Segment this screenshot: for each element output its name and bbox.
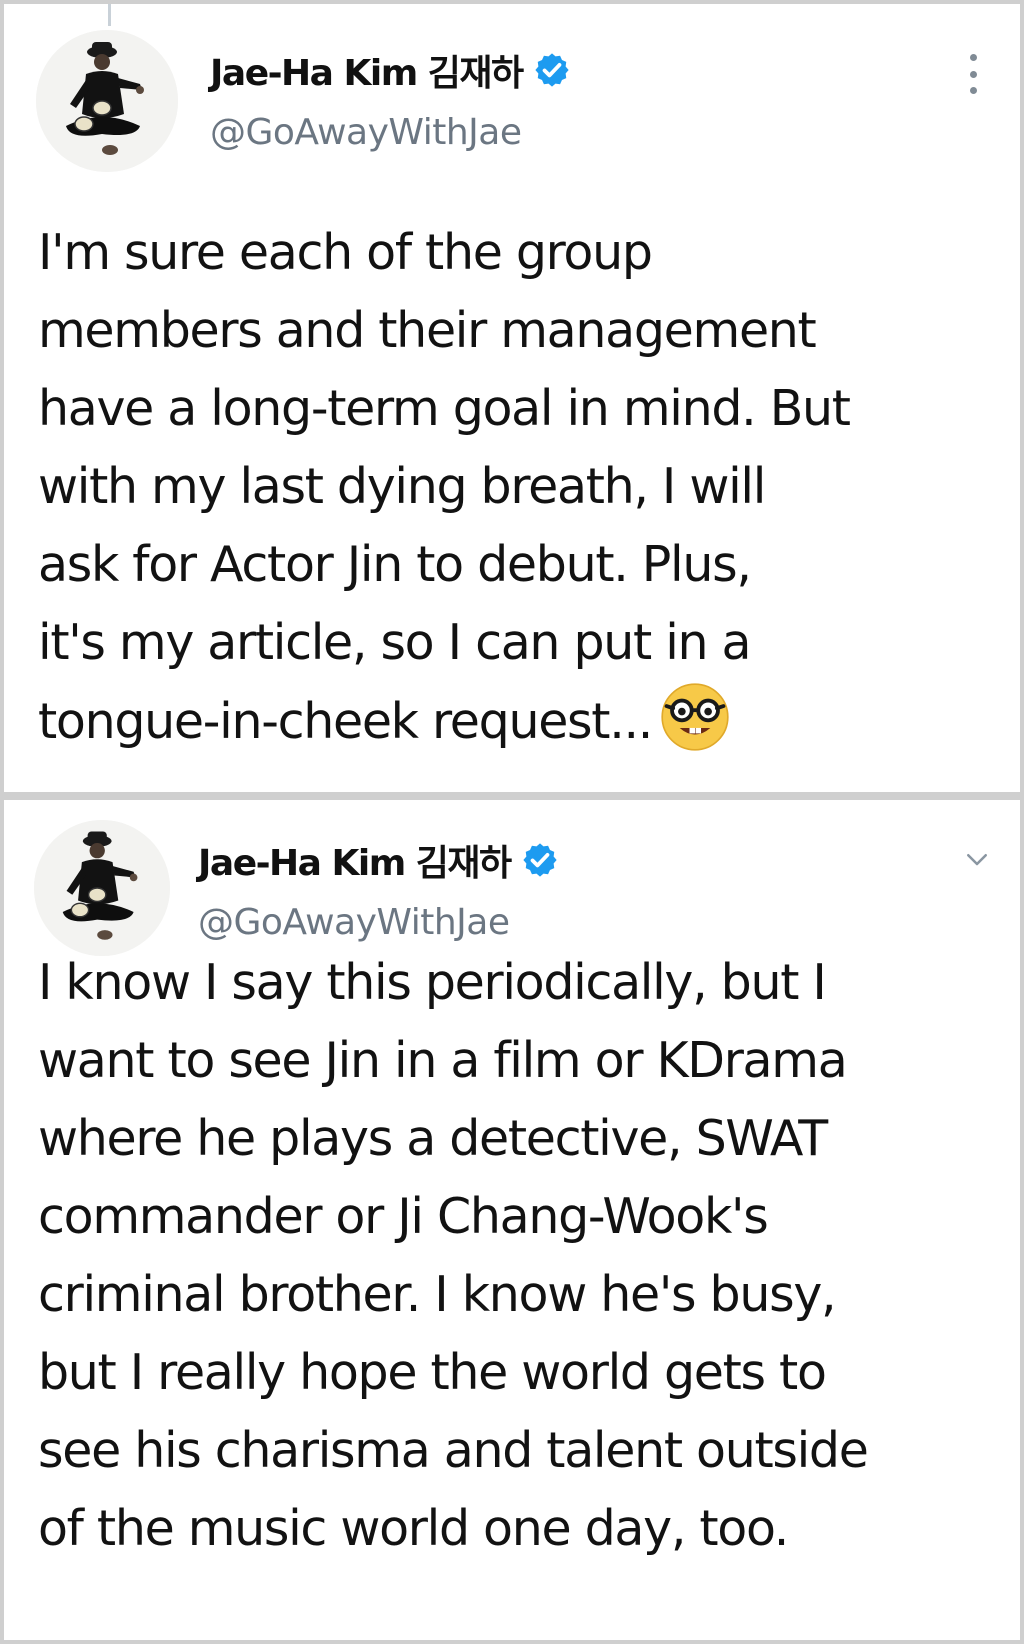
tweet-text-line: where he plays a detective, SWAT xyxy=(38,1110,828,1167)
avatar-photo xyxy=(34,820,170,956)
tweet-card[interactable]: Jae-Ha Kim 김재하 @GoAwayWithJae I know I s… xyxy=(4,800,1020,1640)
avatar[interactable] xyxy=(36,30,178,172)
tweet-text-line: I know I say this periodically, but I xyxy=(38,954,827,1011)
tweet-text-line: but I really hope the world gets to xyxy=(38,1344,827,1401)
nerd-face-emoji-icon xyxy=(660,682,730,752)
author-display-name[interactable]: Jae-Ha Kim 김재하 xyxy=(210,44,524,96)
verified-badge-icon xyxy=(533,51,571,89)
author-block[interactable]: Jae-Ha Kim 김재하 @GoAwayWithJae xyxy=(198,834,559,943)
tweet-text-line: I'm sure each of the group xyxy=(38,224,653,281)
tweet-text-last-line: tongue-in-cheek request... xyxy=(38,682,992,761)
tweet-text-line: commander or Ji Chang-Wook's xyxy=(38,1188,769,1245)
author-handle[interactable]: @GoAwayWithJae xyxy=(198,902,559,943)
tweet-text-line: members and their management xyxy=(38,302,817,359)
verified-badge-icon xyxy=(521,841,559,879)
avatar-photo xyxy=(36,30,178,172)
tweet-text-line: ask for Actor Jin to debut. Plus, xyxy=(38,536,752,593)
tweet-text-line: with my last dying breath, I will xyxy=(38,458,766,515)
tweet-text-line: have a long-term goal in mind. But xyxy=(38,380,851,437)
more-vertical-icon[interactable] xyxy=(966,54,980,94)
tweet-text: I'm sure each of the group members and t… xyxy=(38,214,992,761)
author-handle[interactable]: @GoAwayWithJae xyxy=(210,112,571,153)
tweet-text: I know I say this periodically, but I wa… xyxy=(38,944,992,1568)
avatar[interactable] xyxy=(34,820,170,956)
tweet-text-line: see his charisma and talent outside xyxy=(38,1422,869,1479)
author-display-name[interactable]: Jae-Ha Kim 김재하 xyxy=(198,834,512,886)
thread-connector-line xyxy=(108,4,111,26)
tweet-text-line: criminal brother. I know he's busy, xyxy=(38,1266,837,1323)
tweet-card[interactable]: Jae-Ha Kim 김재하 @GoAwayWithJae I'm sure e… xyxy=(4,4,1020,792)
tweet-text-line: of the music world one day, too. xyxy=(38,1500,789,1557)
tweet-text-line: tongue-in-cheek request... xyxy=(38,693,653,750)
author-block[interactable]: Jae-Ha Kim 김재하 @GoAwayWithJae xyxy=(210,44,571,153)
chevron-down-icon[interactable] xyxy=(962,844,992,874)
tweet-text-line: want to see Jin in a film or KDrama xyxy=(38,1032,848,1089)
tweet-text-line: it's my article, so I can put in a xyxy=(38,614,752,671)
